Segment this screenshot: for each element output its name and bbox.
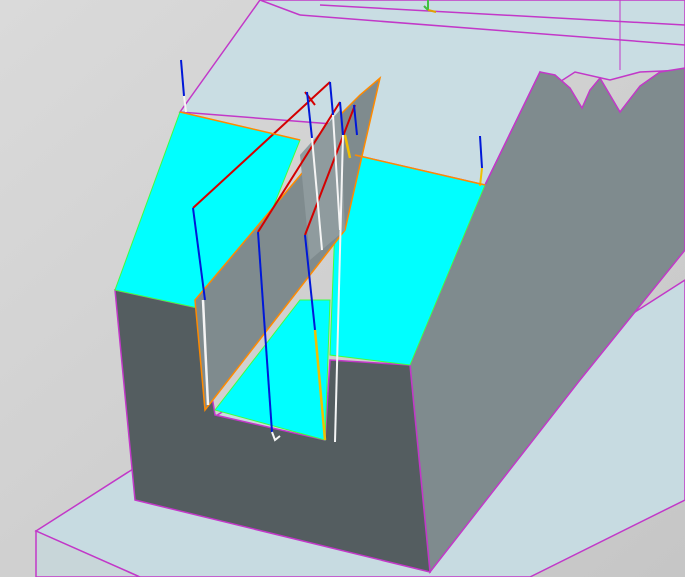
cad-scene[interactable] [0, 0, 685, 577]
graphics-viewport[interactable] [0, 0, 685, 577]
